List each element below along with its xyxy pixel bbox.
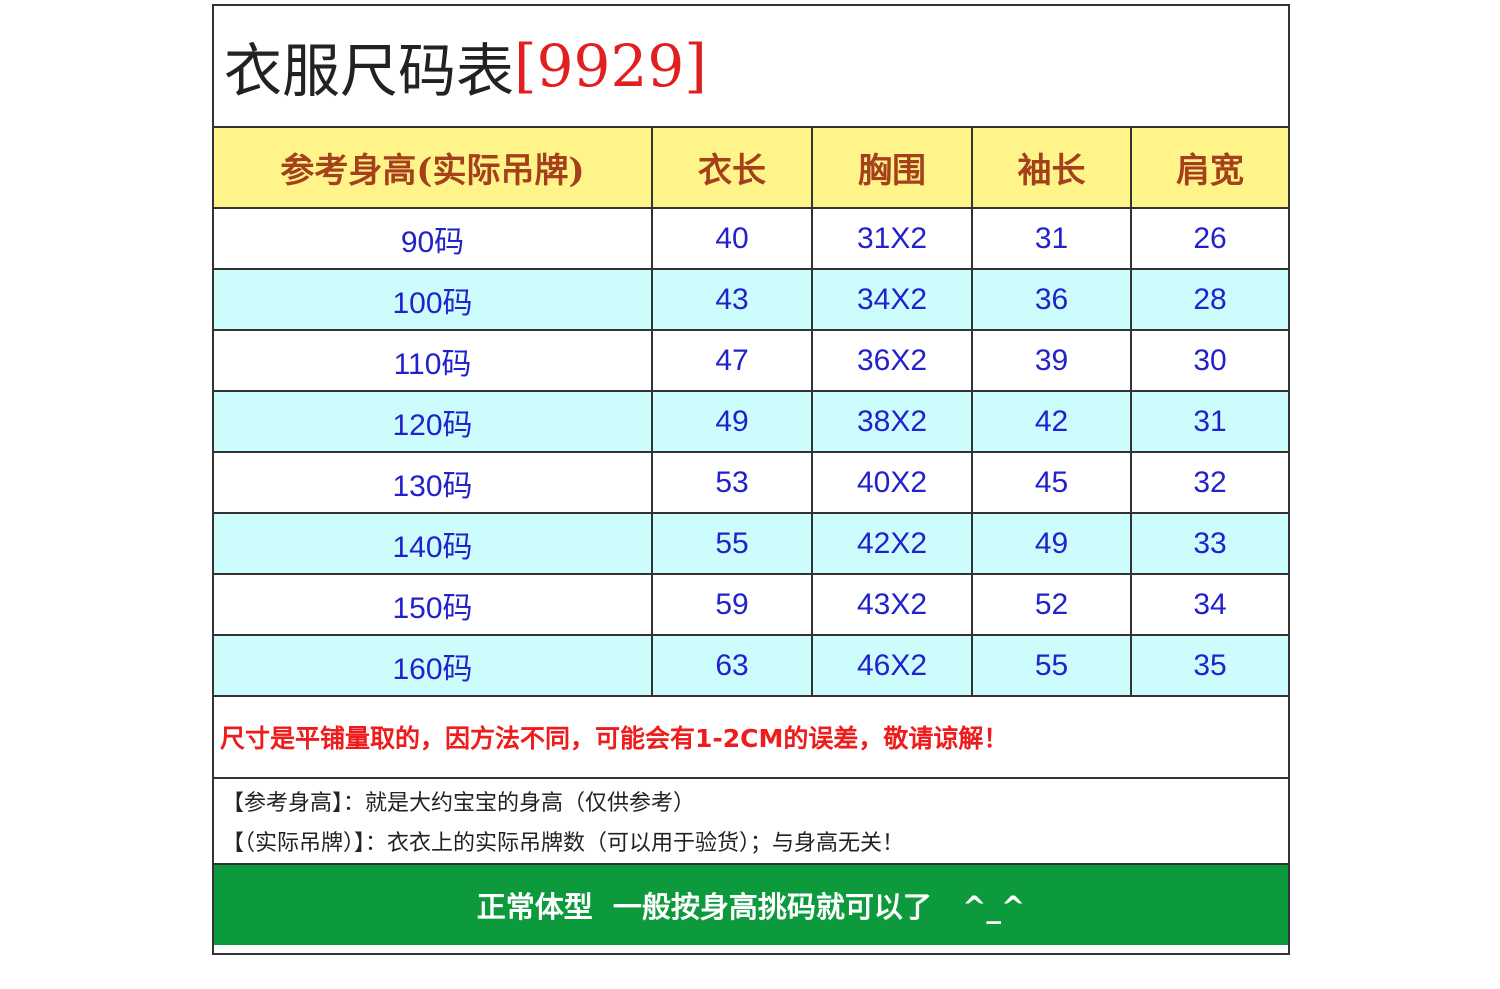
cell-shoulder: 32 — [1130, 451, 1288, 514]
cell-sleeve: 39 — [971, 329, 1132, 392]
cell-chest: 38X2 — [811, 390, 973, 453]
table-row: 140码 55 42X2 49 33 — [214, 512, 1288, 575]
notes-section: 【参考身高】：就是大约宝宝的身高（仅供参考） 【（实际吊牌）】：衣衣上的实际吊牌… — [214, 779, 1288, 865]
cell-size: 140码 — [214, 512, 653, 575]
cell-size: 110码 — [214, 329, 653, 392]
cell-shoulder: 28 — [1130, 268, 1288, 331]
page-title: 衣服尺码表 [9929] — [214, 6, 1288, 128]
measurement-warning: 尺寸是平铺量取的，因方法不同，可能会有1-2CM的误差，敬请谅解！ — [214, 697, 1288, 779]
size-chart: 衣服尺码表 [9929] 参考身高(实际吊牌) 衣长 胸围 袖长 肩宽 90码 4… — [212, 4, 1290, 955]
header-sleeve: 袖长 — [971, 128, 1132, 209]
note-reference-height: 【参考身高】：就是大约宝宝的身高（仅供参考） — [222, 791, 696, 816]
table-row: 120码 49 38X2 42 31 — [214, 390, 1288, 453]
cell-shoulder: 35 — [1130, 634, 1288, 697]
header-row: 参考身高(实际吊牌) 衣长 胸围 袖长 肩宽 — [214, 128, 1288, 209]
header-chest: 胸围 — [811, 128, 973, 209]
cell-shoulder: 31 — [1130, 390, 1288, 453]
cell-size: 150码 — [214, 573, 653, 636]
cell-length: 63 — [651, 634, 813, 697]
table-row: 90码 40 31X2 31 26 — [214, 207, 1288, 270]
footer-banner: 正常体型 一般按身高挑码就可以了 ^_^ — [214, 865, 1288, 945]
table-row: 110码 47 36X2 39 30 — [214, 329, 1288, 392]
header-length: 衣长 — [651, 128, 813, 209]
cell-chest: 42X2 — [811, 512, 973, 575]
table-row: 150码 59 43X2 52 34 — [214, 573, 1288, 636]
title-code: [9929] — [514, 32, 707, 100]
cell-chest: 43X2 — [811, 573, 973, 636]
title-text: 衣服尺码表 — [224, 37, 515, 105]
cell-sleeve: 31 — [971, 207, 1132, 270]
cell-length: 47 — [651, 329, 813, 392]
cell-chest: 40X2 — [811, 451, 973, 514]
cell-sleeve: 36 — [971, 268, 1132, 331]
cell-length: 59 — [651, 573, 813, 636]
cell-size: 160码 — [214, 634, 653, 697]
cell-length: 55 — [651, 512, 813, 575]
table-row: 160码 63 46X2 55 35 — [214, 634, 1288, 697]
cell-shoulder: 34 — [1130, 573, 1288, 636]
size-table: 参考身高(实际吊牌) 衣长 胸围 袖长 肩宽 90码 40 31X2 31 26… — [214, 128, 1288, 697]
cell-length: 49 — [651, 390, 813, 453]
cell-chest: 31X2 — [811, 207, 973, 270]
cell-sleeve: 52 — [971, 573, 1132, 636]
header-height: 参考身高(实际吊牌) — [214, 128, 653, 209]
table-row: 130码 53 40X2 45 32 — [214, 451, 1288, 514]
cell-chest: 46X2 — [811, 634, 973, 697]
cell-sleeve: 55 — [971, 634, 1132, 697]
cell-size: 130码 — [214, 451, 653, 514]
cell-length: 40 — [651, 207, 813, 270]
note-actual-tag: 【（实际吊牌）】：衣衣上的实际吊牌数（可以用于验货）；与身高无关！ — [222, 831, 905, 856]
cell-chest: 36X2 — [811, 329, 973, 392]
table-row: 100码 43 34X2 36 28 — [214, 268, 1288, 331]
cell-shoulder: 26 — [1130, 207, 1288, 270]
cell-sleeve: 49 — [971, 512, 1132, 575]
cell-length: 43 — [651, 268, 813, 331]
cell-sleeve: 42 — [971, 390, 1132, 453]
cell-length: 53 — [651, 451, 813, 514]
cell-shoulder: 33 — [1130, 512, 1288, 575]
cell-size: 100码 — [214, 268, 653, 331]
cell-size: 120码 — [214, 390, 653, 453]
cell-chest: 34X2 — [811, 268, 973, 331]
cell-sleeve: 45 — [971, 451, 1132, 514]
cell-size: 90码 — [214, 207, 653, 270]
header-shoulder: 肩宽 — [1130, 128, 1288, 209]
cell-shoulder: 30 — [1130, 329, 1288, 392]
